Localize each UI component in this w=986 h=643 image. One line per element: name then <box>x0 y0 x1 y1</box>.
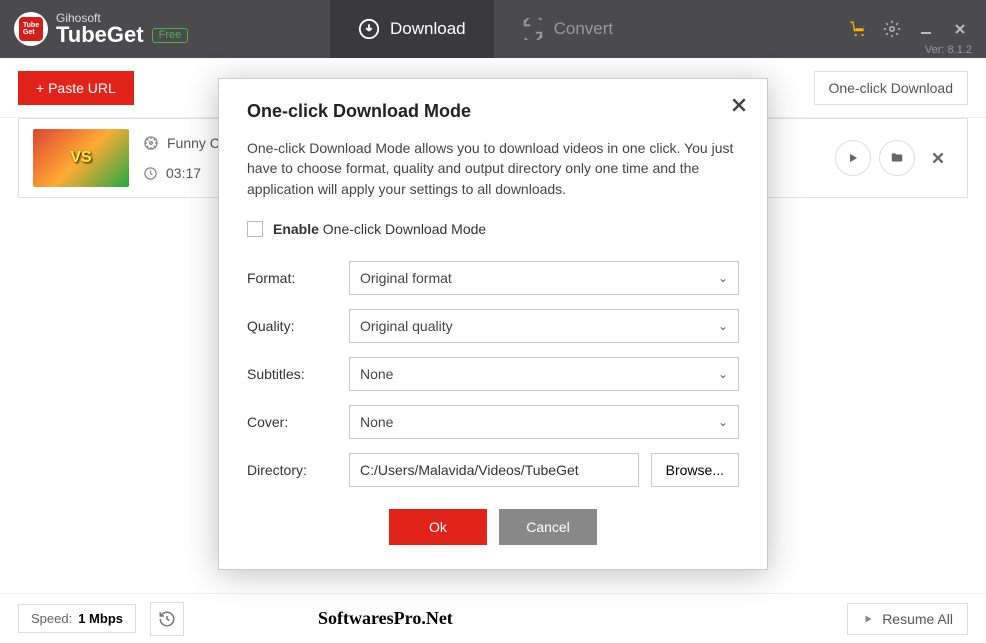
dialog-close-button[interactable] <box>731 97 747 113</box>
resume-label: Resume All <box>882 611 953 627</box>
cart-icon <box>849 20 867 38</box>
dialog-description: One-click Download Mode allows you to do… <box>247 138 739 199</box>
tab-convert[interactable]: Convert <box>494 0 642 58</box>
open-folder-button[interactable] <box>879 140 915 176</box>
remove-item-button[interactable] <box>923 143 953 173</box>
directory-input[interactable]: C:/Users/Malavida/Videos/TubeGet <box>349 453 639 487</box>
oneclick-dialog: One-click Download Mode One-click Downlo… <box>218 78 768 570</box>
brand-text: Gihosoft TubeGet Free <box>56 12 188 46</box>
free-badge: Free <box>152 28 189 43</box>
gear-icon <box>883 20 901 38</box>
item-duration: 03:17 <box>166 165 201 181</box>
footer: Speed: 1 Mbps SoftwaresPro.Net Resume Al… <box>0 593 986 643</box>
quality-value: Original quality <box>360 318 453 334</box>
tab-convert-label: Convert <box>554 19 614 39</box>
format-label: Format: <box>247 270 337 286</box>
cover-label: Cover: <box>247 414 337 430</box>
download-icon <box>358 18 380 40</box>
tab-download-label: Download <box>390 19 466 39</box>
format-value: Original format <box>360 270 452 286</box>
oneclick-download-button[interactable]: One-click Download <box>814 71 969 105</box>
enable-checkbox-row[interactable]: Enable One-click Download Mode <box>247 221 739 237</box>
cancel-button[interactable]: Cancel <box>499 509 597 545</box>
app-header: TubeGet Gihosoft TubeGet Free Download C… <box>0 0 986 58</box>
chevron-down-icon: ⌄ <box>718 271 728 285</box>
directory-row: Directory: C:/Users/Malavida/Videos/Tube… <box>247 453 739 487</box>
chevron-down-icon: ⌄ <box>718 319 728 333</box>
quality-label: Quality: <box>247 318 337 334</box>
chevron-down-icon: ⌄ <box>718 415 728 429</box>
subtitles-label: Subtitles: <box>247 366 337 382</box>
enable-checkbox[interactable] <box>247 221 263 237</box>
folder-icon <box>890 151 904 165</box>
close-icon <box>930 150 946 166</box>
play-button[interactable] <box>835 140 871 176</box>
directory-label: Directory: <box>247 462 337 478</box>
resume-all-button[interactable]: Resume All <box>847 603 968 635</box>
close-icon <box>731 97 747 113</box>
subtitles-select[interactable]: None ⌄ <box>349 357 739 391</box>
browse-button[interactable]: Browse... <box>651 453 739 487</box>
dialog-actions: Ok Cancel <box>247 509 739 545</box>
video-thumbnail <box>33 129 129 187</box>
play-icon <box>846 151 860 165</box>
minimize-button[interactable] <box>910 13 942 45</box>
minimize-icon <box>919 22 933 36</box>
paste-url-button[interactable]: + Paste URL <box>18 71 134 105</box>
film-icon <box>143 135 159 151</box>
settings-button[interactable] <box>876 13 908 45</box>
item-actions <box>835 140 953 176</box>
cart-button[interactable] <box>842 13 874 45</box>
enable-label: Enable One-click Download Mode <box>273 221 486 237</box>
quality-select[interactable]: Original quality ⌄ <box>349 309 739 343</box>
brand-title: TubeGet <box>56 24 144 46</box>
directory-value: C:/Users/Malavida/Videos/TubeGet <box>360 462 579 478</box>
tab-download[interactable]: Download <box>330 0 494 58</box>
subtitles-row: Subtitles: None ⌄ <box>247 357 739 391</box>
ok-button[interactable]: Ok <box>389 509 487 545</box>
dialog-title: One-click Download Mode <box>247 101 739 122</box>
logo-area: TubeGet Gihosoft TubeGet Free <box>10 12 270 46</box>
speed-value: 1 Mbps <box>78 611 123 626</box>
chevron-down-icon: ⌄ <box>718 367 728 381</box>
format-row: Format: Original format ⌄ <box>247 261 739 295</box>
close-window-button[interactable] <box>944 13 976 45</box>
subtitles-value: None <box>360 366 393 382</box>
cover-select[interactable]: None ⌄ <box>349 405 739 439</box>
speed-label: Speed: <box>31 611 72 626</box>
quality-row: Quality: Original quality ⌄ <box>247 309 739 343</box>
format-select[interactable]: Original format ⌄ <box>349 261 739 295</box>
cover-row: Cover: None ⌄ <box>247 405 739 439</box>
history-button[interactable] <box>150 602 184 636</box>
convert-icon <box>522 18 544 40</box>
play-icon <box>862 613 874 625</box>
app-logo: TubeGet <box>14 12 48 46</box>
cover-value: None <box>360 414 393 430</box>
version-label: Ver: 8.1.2 <box>925 44 972 56</box>
clock-icon <box>143 166 158 181</box>
watermark-text: SoftwaresPro.Net <box>318 608 453 629</box>
header-actions <box>842 13 976 45</box>
close-icon <box>953 22 967 36</box>
history-icon <box>158 610 176 628</box>
nav-tabs: Download Convert <box>330 0 641 58</box>
speed-indicator[interactable]: Speed: 1 Mbps <box>18 604 136 633</box>
